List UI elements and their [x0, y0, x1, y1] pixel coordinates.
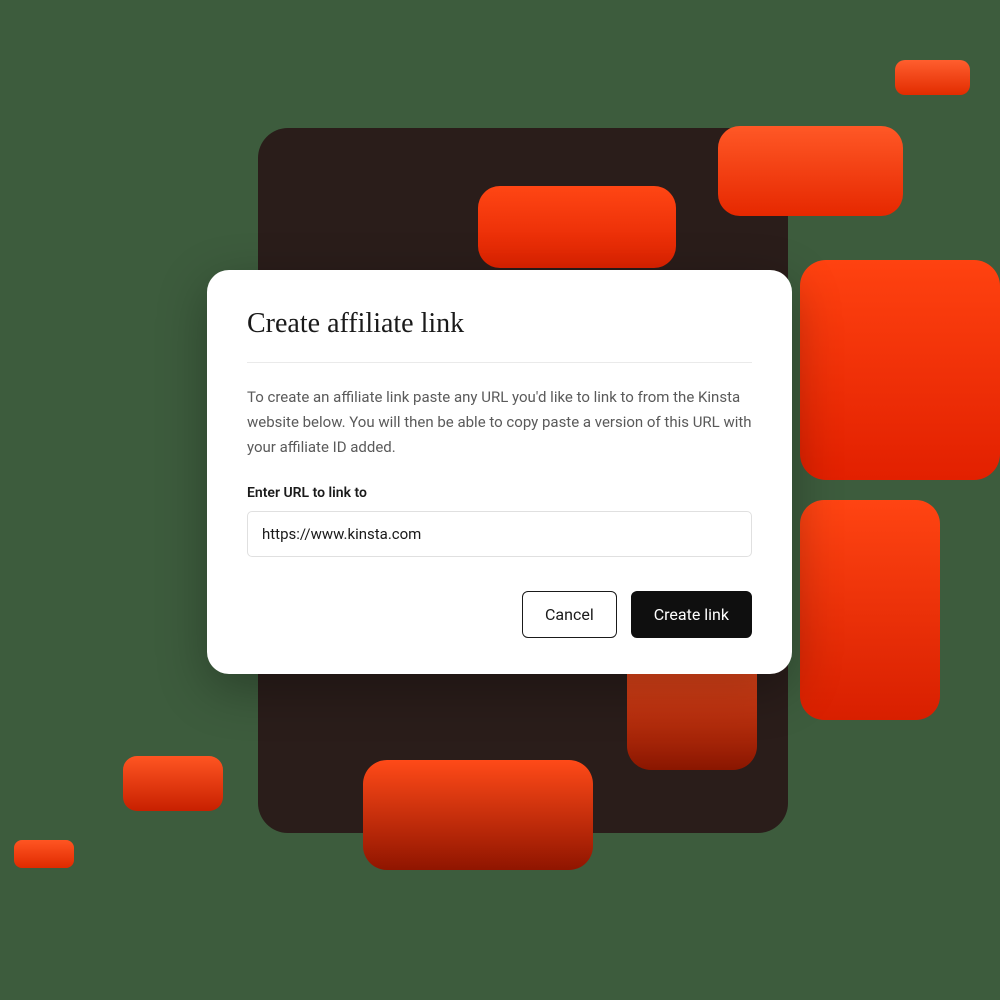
url-input-label: Enter URL to link to — [247, 485, 752, 501]
decorative-blob — [123, 756, 223, 811]
divider — [247, 362, 752, 363]
modal-title: Create affiliate link — [247, 308, 752, 340]
decorative-blob — [478, 186, 676, 268]
decorative-blob — [800, 260, 1000, 480]
modal-description: To create an affiliate link paste any UR… — [247, 385, 752, 459]
decorative-blob — [895, 60, 970, 95]
create-link-button[interactable]: Create link — [631, 591, 752, 638]
decorative-blob — [363, 760, 593, 870]
cancel-button[interactable]: Cancel — [522, 591, 617, 638]
url-input[interactable] — [247, 511, 752, 557]
decorative-blob — [718, 126, 903, 216]
button-row: Cancel Create link — [247, 591, 752, 638]
create-affiliate-link-modal: Create affiliate link To create an affil… — [207, 270, 792, 674]
decorative-blob — [800, 500, 940, 720]
decorative-blob — [14, 840, 74, 868]
